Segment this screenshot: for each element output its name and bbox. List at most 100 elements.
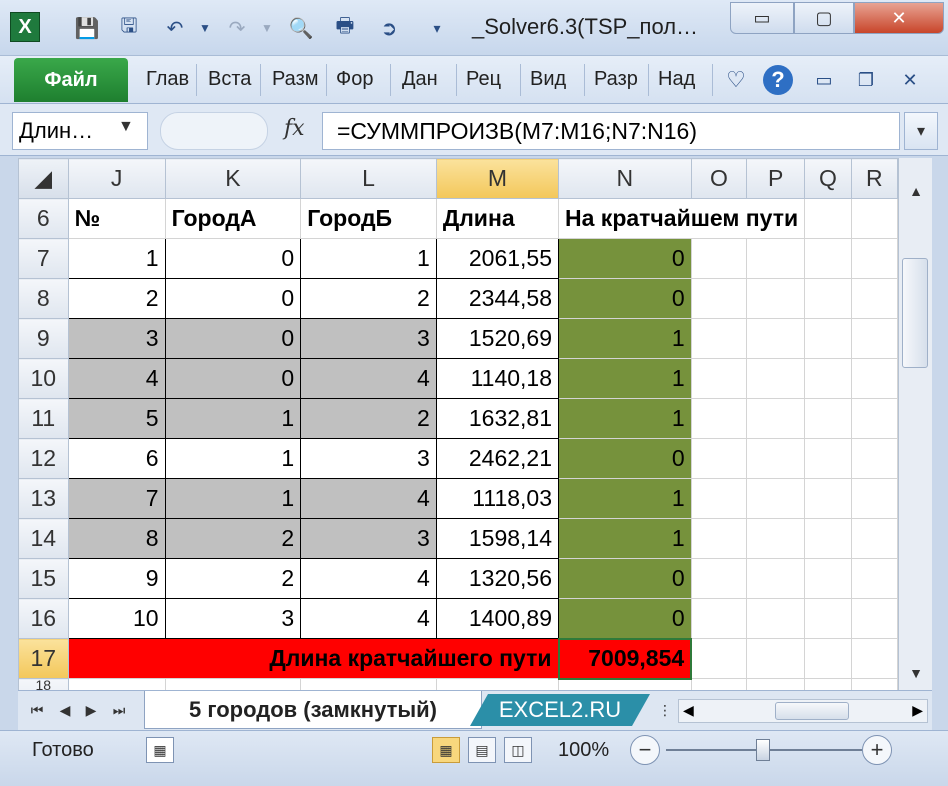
prev-sheet-icon[interactable]: ◀ (54, 699, 76, 721)
cell-length[interactable]: 1632,81 (435, 398, 560, 439)
cell-length[interactable]: 1140,18 (435, 358, 560, 399)
cell-length[interactable]: 2344,58 (435, 278, 560, 319)
row-header[interactable]: 10 (18, 358, 69, 399)
normal-view-icon[interactable]: ▦ (432, 737, 460, 763)
arrow-icon[interactable]: ➲ (374, 12, 404, 44)
save-icon[interactable]: 💾 (72, 12, 102, 44)
cell[interactable] (435, 678, 560, 690)
select-all-corner[interactable]: ◢ (18, 158, 69, 199)
cell-number[interactable]: 2 (67, 278, 166, 319)
cell-city-b[interactable]: 2 (300, 278, 437, 319)
row-header[interactable]: 18 (18, 678, 69, 690)
tab-data[interactable]: Дан (402, 68, 438, 91)
row-header[interactable]: 8 (18, 278, 69, 319)
row-header[interactable]: 13 (18, 478, 69, 519)
cell[interactable] (850, 638, 898, 679)
cell[interactable] (804, 318, 852, 359)
cell-length[interactable]: 1598,14 (435, 518, 560, 559)
cell-on-shortest-path[interactable]: 1 (558, 518, 692, 559)
cell-city-b[interactable]: 3 (300, 438, 437, 479)
tab-home[interactable]: Глав (146, 68, 189, 91)
undo-icon[interactable]: ↶ (160, 12, 190, 44)
cell-number[interactable]: 6 (67, 438, 166, 479)
cell-on-shortest-path[interactable]: 0 (558, 438, 692, 479)
sheet-tab-active[interactable]: 5 городов (замкнутый) (144, 691, 482, 729)
tab-page-layout[interactable]: Разм (272, 68, 319, 91)
insert-function-icon[interactable]: fx (284, 116, 305, 141)
column-header[interactable]: K (164, 158, 302, 199)
cell-city-b[interactable]: 1 (300, 238, 437, 279)
horizontal-scrollbar[interactable]: ◀ ▶ (678, 699, 928, 723)
tab-file[interactable]: Файл (14, 58, 128, 102)
cell-on-shortest-path[interactable]: 1 (558, 478, 692, 519)
cell[interactable] (690, 358, 748, 399)
cell-length[interactable]: 2462,21 (435, 438, 560, 479)
header-cell-on-shortest-path[interactable]: На кратчайшем пути (558, 198, 806, 239)
row-header[interactable]: 15 (18, 558, 69, 599)
cell-on-shortest-path[interactable]: 1 (558, 318, 692, 359)
maximize-button[interactable]: ▢ (794, 2, 854, 34)
cell[interactable] (804, 638, 852, 679)
ribbon-minimize-icon[interactable]: ▭ (808, 64, 840, 96)
cell[interactable] (850, 278, 898, 319)
row-header[interactable]: 7 (18, 238, 69, 279)
spreadsheet-grid[interactable]: ◢ J K L M N O P Q R 6 № ГородА ГородБ Дл… (18, 158, 898, 690)
redo-icon[interactable]: ↷ (222, 12, 252, 44)
cell[interactable] (850, 238, 898, 279)
row-header[interactable]: 6 (18, 198, 69, 239)
cell-number[interactable]: 8 (67, 518, 166, 559)
cell[interactable] (850, 438, 898, 479)
cell[interactable] (558, 678, 692, 690)
vertical-scrollbar[interactable]: ▲ ▼ (898, 158, 932, 690)
cell[interactable] (804, 358, 852, 399)
cell[interactable] (67, 678, 166, 690)
scroll-up-icon[interactable]: ▲ (901, 176, 931, 206)
cell-city-a[interactable]: 0 (164, 318, 302, 359)
cell[interactable] (746, 238, 806, 279)
cell[interactable] (164, 678, 302, 690)
cell[interactable] (300, 678, 437, 690)
cell[interactable] (690, 558, 748, 599)
cell-number[interactable]: 5 (67, 398, 166, 439)
cell[interactable] (804, 398, 852, 439)
last-sheet-icon[interactable]: ⏭ (108, 699, 130, 721)
cell[interactable] (746, 318, 806, 359)
cell[interactable] (850, 678, 898, 690)
cell-number[interactable]: 1 (67, 238, 166, 279)
header-cell-number[interactable]: № (67, 198, 166, 239)
cell[interactable] (850, 518, 898, 559)
first-sheet-icon[interactable]: ⏮ (26, 699, 48, 721)
cell[interactable] (804, 438, 852, 479)
cell[interactable] (804, 198, 852, 239)
row-header[interactable]: 11 (18, 398, 69, 439)
cell[interactable] (690, 478, 748, 519)
cell[interactable] (850, 478, 898, 519)
column-header[interactable]: N (558, 158, 692, 199)
cell[interactable] (850, 398, 898, 439)
cell[interactable] (804, 518, 852, 559)
cell[interactable] (804, 678, 852, 690)
cell-number[interactable]: 3 (67, 318, 166, 359)
tab-split-handle[interactable]: ⋮ (654, 699, 676, 721)
cell-city-a[interactable]: 1 (164, 478, 302, 519)
zoom-in-button[interactable]: + (862, 735, 892, 765)
customize-toolbar-icon[interactable]: ▾ (422, 12, 452, 44)
cell-on-shortest-path[interactable]: 0 (558, 278, 692, 319)
cell[interactable] (690, 598, 748, 639)
page-break-view-icon[interactable]: ◫ (504, 737, 532, 763)
scroll-thumb[interactable] (775, 702, 849, 720)
row-header[interactable]: 14 (18, 518, 69, 559)
cell[interactable] (850, 318, 898, 359)
header-cell-city-b[interactable]: ГородБ (300, 198, 437, 239)
cell-length[interactable]: 2061,55 (435, 238, 560, 279)
cell-city-a[interactable]: 3 (164, 598, 302, 639)
cell[interactable] (746, 438, 806, 479)
cell[interactable] (690, 238, 748, 279)
cell[interactable] (746, 398, 806, 439)
expand-formula-icon[interactable]: ▾ (904, 112, 938, 150)
ribbon-restore-icon[interactable]: ❐ (850, 64, 882, 96)
cell[interactable] (850, 198, 898, 239)
cell[interactable] (850, 558, 898, 599)
undo-dropdown-icon[interactable]: ▼ (190, 12, 220, 44)
tab-formulas[interactable]: Фор (336, 68, 373, 91)
